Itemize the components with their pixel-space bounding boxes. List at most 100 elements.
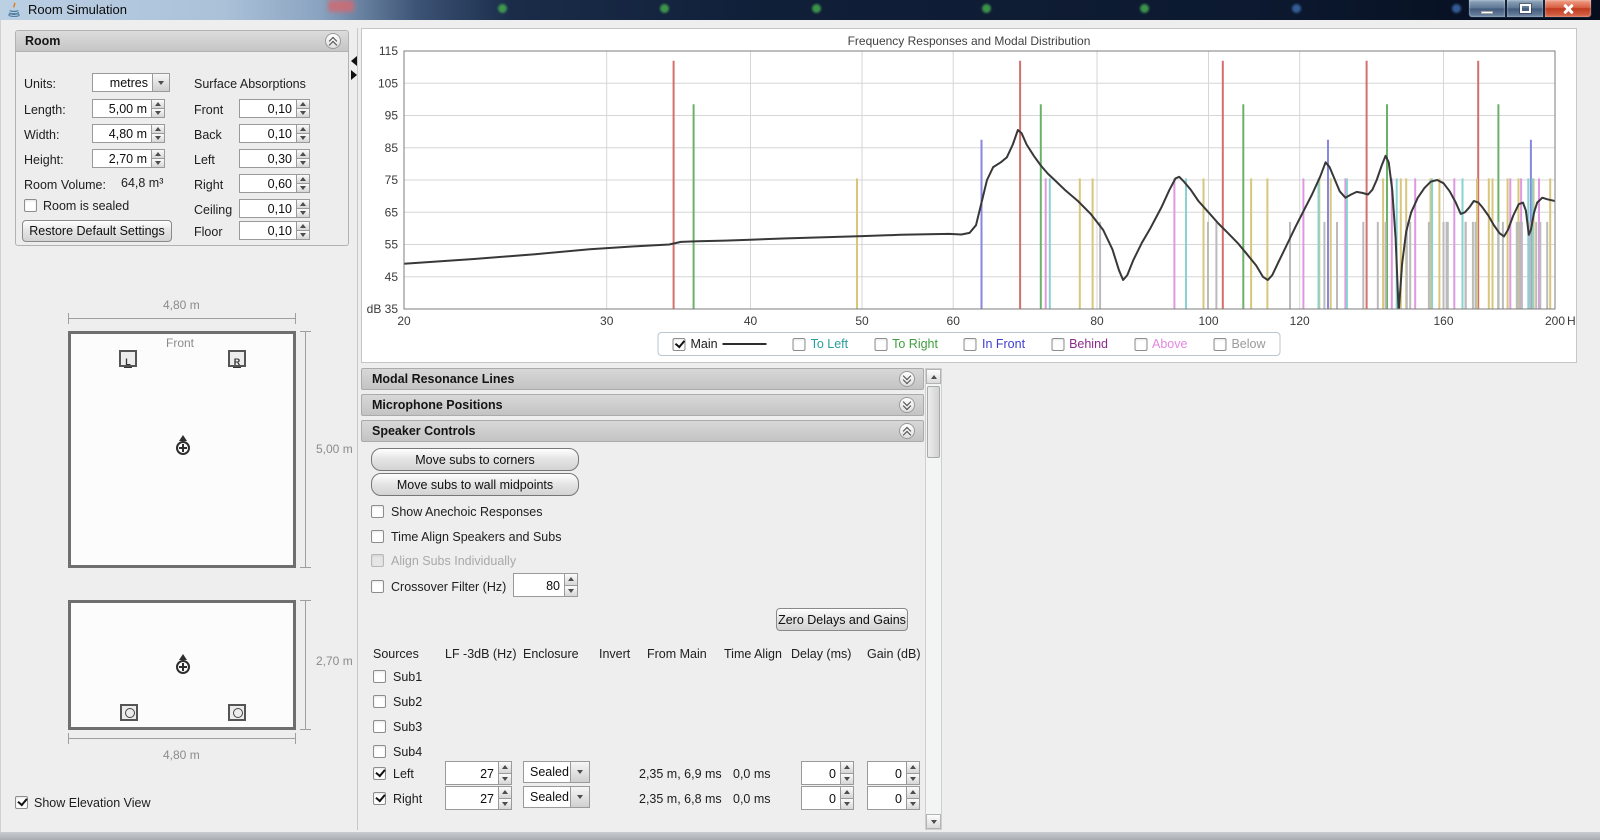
left-delay-spinner[interactable] [840, 761, 854, 785]
legend-item-above[interactable]: Above [1134, 337, 1187, 351]
crossover-filter-input[interactable]: 80 [513, 573, 565, 597]
legend-checkbox-in-front[interactable] [964, 338, 977, 351]
show-anechoic-checkbox[interactable] [371, 505, 384, 518]
legend-checkbox-main[interactable] [673, 338, 686, 351]
left-lf-input[interactable]: 27 [445, 761, 499, 785]
move-subs-corners-button[interactable]: Move subs to corners [371, 448, 579, 471]
move-subs-midpoints-button[interactable]: Move subs to wall midpoints [371, 473, 579, 496]
panel-splitter[interactable] [357, 28, 358, 830]
collapse-speaker-controls-icon[interactable] [899, 423, 915, 439]
svg-text:105: 105 [378, 76, 398, 90]
scrollbar-thumb[interactable] [927, 386, 940, 458]
left-gain-spinner[interactable] [906, 761, 920, 785]
height-label: Height: [24, 153, 64, 167]
crossover-filter-checkbox[interactable] [371, 580, 384, 593]
absorption-front-input[interactable]: 0,10 [239, 99, 297, 118]
minimize-button[interactable] [1468, 0, 1506, 18]
room-panel-header[interactable]: Room [16, 31, 348, 52]
right-lf-input[interactable]: 27 [445, 786, 499, 810]
left-speaker-checkbox[interactable] [373, 767, 386, 780]
right-speaker-icon[interactable]: R [228, 350, 246, 367]
room-sealed-checkbox[interactable] [24, 199, 37, 212]
width-input[interactable]: 4,80 m [92, 124, 152, 143]
elevation-listener-icon[interactable] [176, 660, 190, 674]
absorption-floor-spinner[interactable] [296, 221, 310, 240]
left-enclosure-dropdown[interactable] [570, 761, 590, 783]
right-delay-input[interactable]: 0 [801, 786, 841, 810]
height-input[interactable]: 2,70 m [92, 149, 152, 168]
collapse-room-panel-icon[interactable] [325, 33, 341, 49]
right-enclosure-value[interactable]: Sealed [523, 786, 571, 808]
maximize-button[interactable] [1506, 0, 1544, 18]
speaker-controls-header[interactable]: Speaker Controls [361, 420, 924, 442]
legend-item-to-right[interactable]: To Right [874, 337, 938, 351]
legend-item-to-left[interactable]: To Left [793, 337, 849, 351]
absorption-front-spinner[interactable] [296, 99, 310, 118]
left-gain-input[interactable]: 0 [867, 761, 907, 785]
expand-modal-lines-icon[interactable] [899, 371, 915, 387]
absorption-floor-input[interactable]: 0,10 [239, 221, 297, 240]
left-enclosure-value[interactable]: Sealed [523, 761, 571, 783]
zero-delays-gains-button[interactable]: Zero Delays and Gains [776, 608, 908, 631]
sub1-checkbox[interactable] [373, 670, 386, 683]
room-plan-view[interactable]: 4,80 m Front L R 5,00 m [15, 295, 361, 583]
right-delay-spinner[interactable] [840, 786, 854, 810]
splitter-collapse-left-icon[interactable] [351, 56, 357, 66]
legend-item-main[interactable]: Main [673, 337, 767, 351]
splitter-expand-right-icon[interactable] [351, 70, 357, 80]
frequency-chart[interactable]: 115105958575655545dB 3520304050608010012… [362, 29, 1576, 331]
sub2-checkbox[interactable] [373, 695, 386, 708]
elevation-right-speaker-icon[interactable] [228, 704, 246, 721]
svg-text:60: 60 [947, 314, 961, 328]
room-elevation-view[interactable]: 2,70 m 4,80 m [15, 588, 361, 773]
elevation-left-speaker-icon[interactable] [120, 704, 138, 721]
crossover-filter-label: Crossover Filter (Hz) [391, 580, 506, 594]
restore-defaults-button[interactable]: Restore Default Settings [22, 220, 172, 242]
accordion-scrollbar[interactable] [925, 368, 942, 830]
absorption-left-spinner[interactable] [296, 149, 310, 168]
legend-checkbox-below[interactable] [1213, 338, 1226, 351]
modal-resonance-lines-header[interactable]: Modal Resonance Lines [361, 368, 924, 390]
width-spinner[interactable] [151, 124, 165, 143]
left-speaker-label: Left [393, 767, 414, 781]
sub4-checkbox[interactable] [373, 745, 386, 758]
crossover-filter-spinner[interactable] [564, 573, 578, 597]
left-lf-spinner[interactable] [498, 761, 512, 785]
scrollbar-up-button[interactable] [926, 369, 941, 384]
microphone-positions-header[interactable]: Microphone Positions [361, 394, 924, 416]
legend-checkbox-to-left[interactable] [793, 338, 806, 351]
show-elevation-checkbox[interactable] [15, 796, 28, 809]
legend-item-in-front[interactable]: In Front [964, 337, 1025, 351]
legend-checkbox-above[interactable] [1134, 338, 1147, 351]
legend-checkbox-behind[interactable] [1051, 338, 1064, 351]
legend-checkbox-to-right[interactable] [874, 338, 887, 351]
right-lf-spinner[interactable] [498, 786, 512, 810]
absorption-right-input[interactable]: 0,60 [239, 174, 297, 193]
right-gain-spinner[interactable] [906, 786, 920, 810]
right-enclosure-dropdown[interactable] [570, 786, 590, 808]
right-speaker-checkbox[interactable] [373, 792, 386, 805]
close-button[interactable] [1544, 0, 1592, 18]
absorption-back-spinner[interactable] [296, 124, 310, 143]
scrollbar-down-button[interactable] [926, 814, 941, 829]
absorption-ceiling-spinner[interactable] [296, 199, 310, 218]
left-speaker-icon[interactable]: L [119, 350, 137, 367]
legend-item-behind[interactable]: Behind [1051, 337, 1108, 351]
units-value[interactable]: metres [92, 73, 153, 92]
right-gain-input[interactable]: 0 [867, 786, 907, 810]
time-align-checkbox[interactable] [371, 530, 384, 543]
absorption-right-spinner[interactable] [296, 174, 310, 193]
listener-icon[interactable] [176, 441, 190, 455]
length-input[interactable]: 5,00 m [92, 99, 152, 118]
length-spinner[interactable] [151, 99, 165, 118]
minimize-icon [1481, 11, 1493, 14]
units-dropdown-button[interactable] [152, 73, 170, 92]
left-delay-input[interactable]: 0 [801, 761, 841, 785]
height-spinner[interactable] [151, 149, 165, 168]
legend-item-below[interactable]: Below [1213, 337, 1265, 351]
expand-mic-positions-icon[interactable] [899, 397, 915, 413]
sub3-checkbox[interactable] [373, 720, 386, 733]
absorption-back-input[interactable]: 0,10 [239, 124, 297, 143]
absorption-ceiling-input[interactable]: 0,10 [239, 199, 297, 218]
absorption-left-input[interactable]: 0,30 [239, 149, 297, 168]
